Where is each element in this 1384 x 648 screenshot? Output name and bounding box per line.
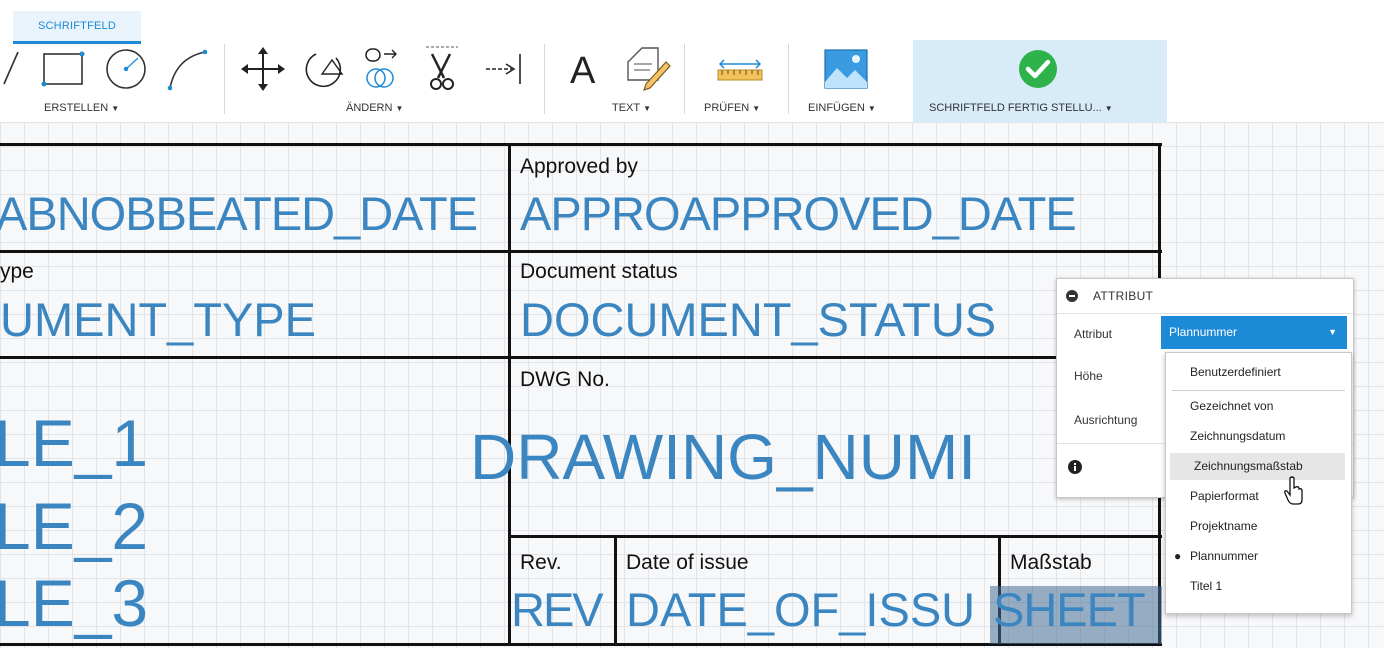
info-icon[interactable] [1068, 460, 1082, 474]
alignment-label: Ausrichtung [1074, 413, 1138, 427]
attribute-dropdown[interactable]: Plannummer ▼ [1161, 316, 1347, 349]
border-line [0, 643, 1162, 646]
date-of-issue-label: Date of issue [626, 551, 749, 574]
option-gezeichnet-von[interactable]: Gezeichnet von [1166, 393, 1351, 420]
trim-scissors-icon[interactable] [426, 46, 458, 90]
height-label: Höhe [1074, 369, 1103, 383]
option-papierformat[interactable]: Papierformat [1166, 483, 1351, 510]
divider [1172, 390, 1345, 391]
date-of-issue-field[interactable]: DATE_OF_ISSU [626, 582, 975, 637]
option-projektname[interactable]: Projektname [1166, 513, 1351, 540]
rev-field[interactable]: REV [511, 582, 604, 637]
title-2-field[interactable]: LE_2 [0, 488, 148, 564]
title-3-field[interactable]: LE_3 [0, 565, 148, 641]
rectangle-tool-icon[interactable] [41, 51, 85, 87]
hand-cursor-icon [1284, 476, 1303, 505]
attribute-options-list: Benutzerdefiniert Gezeichnet von Zeichnu… [1165, 352, 1352, 614]
arc-tool-icon[interactable] [167, 49, 208, 91]
document-type-label: ype [0, 260, 34, 283]
rotate-icon[interactable] [305, 53, 344, 88]
chevron-down-icon: ▼ [643, 104, 652, 113]
dwg-no-label: DWG No. [520, 368, 610, 391]
separator [544, 44, 545, 114]
collapse-icon[interactable] [1066, 290, 1078, 302]
option-zeichnungsdatum[interactable]: Zeichnungsdatum [1166, 423, 1351, 450]
modify-tools [241, 46, 521, 91]
title-1-field[interactable]: LE_1 [0, 405, 148, 481]
option-zeichnungsmassstab[interactable]: Zeichnungsmaßstab [1170, 453, 1345, 480]
border-line [508, 535, 1162, 538]
sheet-field[interactable]: SHEET [993, 582, 1146, 637]
document-status-field[interactable]: DOCUMENT_STATUS [520, 292, 996, 347]
chevron-down-icon: ▼ [867, 104, 876, 113]
tab-schriftfeld[interactable]: SCHRIFTFELD [13, 11, 141, 44]
extend-icon[interactable] [486, 54, 521, 84]
panel-header[interactable]: ATTRIBUT [1057, 279, 1353, 314]
pruefen-menu[interactable]: PRÜFEN ▼ [704, 102, 760, 114]
separator [684, 44, 685, 114]
text-menu[interactable]: TEXT ▼ [612, 102, 651, 114]
approved-by-label: Approved by [520, 155, 638, 178]
create-tools [3, 49, 208, 91]
attribut-label: Attribut [1074, 327, 1113, 341]
chevron-down-icon: ▼ [395, 104, 404, 113]
border-line [0, 143, 1162, 146]
option-benutzerdefiniert[interactable]: Benutzerdefiniert [1166, 359, 1351, 386]
border-line [508, 143, 511, 646]
text-tool-icon[interactable]: A [570, 50, 595, 93]
erstellen-menu[interactable]: ERSTELLEN ▼ [44, 102, 119, 114]
border-line [0, 356, 1162, 359]
einfuegen-menu[interactable]: EINFÜGEN ▼ [808, 102, 876, 114]
created-date-field[interactable]: ABNOBBEATED_DATE [0, 186, 478, 241]
chevron-down-icon: ▼ [1328, 327, 1337, 337]
chevron-down-icon: ▼ [1104, 104, 1113, 113]
pattern-icon[interactable] [365, 48, 397, 88]
document-status-label: Document status [520, 260, 678, 283]
border-line [0, 250, 1162, 253]
chevron-down-icon: ▼ [752, 104, 761, 113]
finish-title-block-button[interactable]: SCHRIFTFELD FERTIG STELLU... ▼ [929, 102, 1113, 114]
separator [224, 44, 225, 114]
move-icon[interactable] [241, 47, 285, 91]
border-line [614, 535, 617, 646]
document-type-field[interactable]: UMENT_TYPE [0, 292, 316, 347]
line-tool-icon[interactable] [3, 51, 19, 85]
insert-image-icon[interactable] [823, 48, 869, 90]
aendern-menu[interactable]: ÄNDERN ▼ [346, 102, 403, 114]
option-titel-1[interactable]: Titel 1 [1166, 573, 1351, 600]
option-plannummer[interactable]: Plannummer [1166, 543, 1351, 570]
circle-tool-icon[interactable] [106, 49, 146, 89]
rev-label: Rev. [520, 551, 562, 574]
checkmark-icon[interactable] [1018, 49, 1058, 89]
scale-label: Maßstab [1010, 551, 1092, 574]
panel-title: ATTRIBUT [1093, 289, 1154, 303]
drawing-number-field[interactable]: DRAWING_NUMI [470, 420, 976, 494]
edit-text-icon[interactable] [620, 44, 672, 94]
approved-date-field[interactable]: APPROAPPROVED_DATE [520, 186, 1077, 241]
measure-icon[interactable] [716, 58, 766, 88]
separator [788, 44, 789, 114]
chevron-down-icon: ▼ [111, 104, 120, 113]
